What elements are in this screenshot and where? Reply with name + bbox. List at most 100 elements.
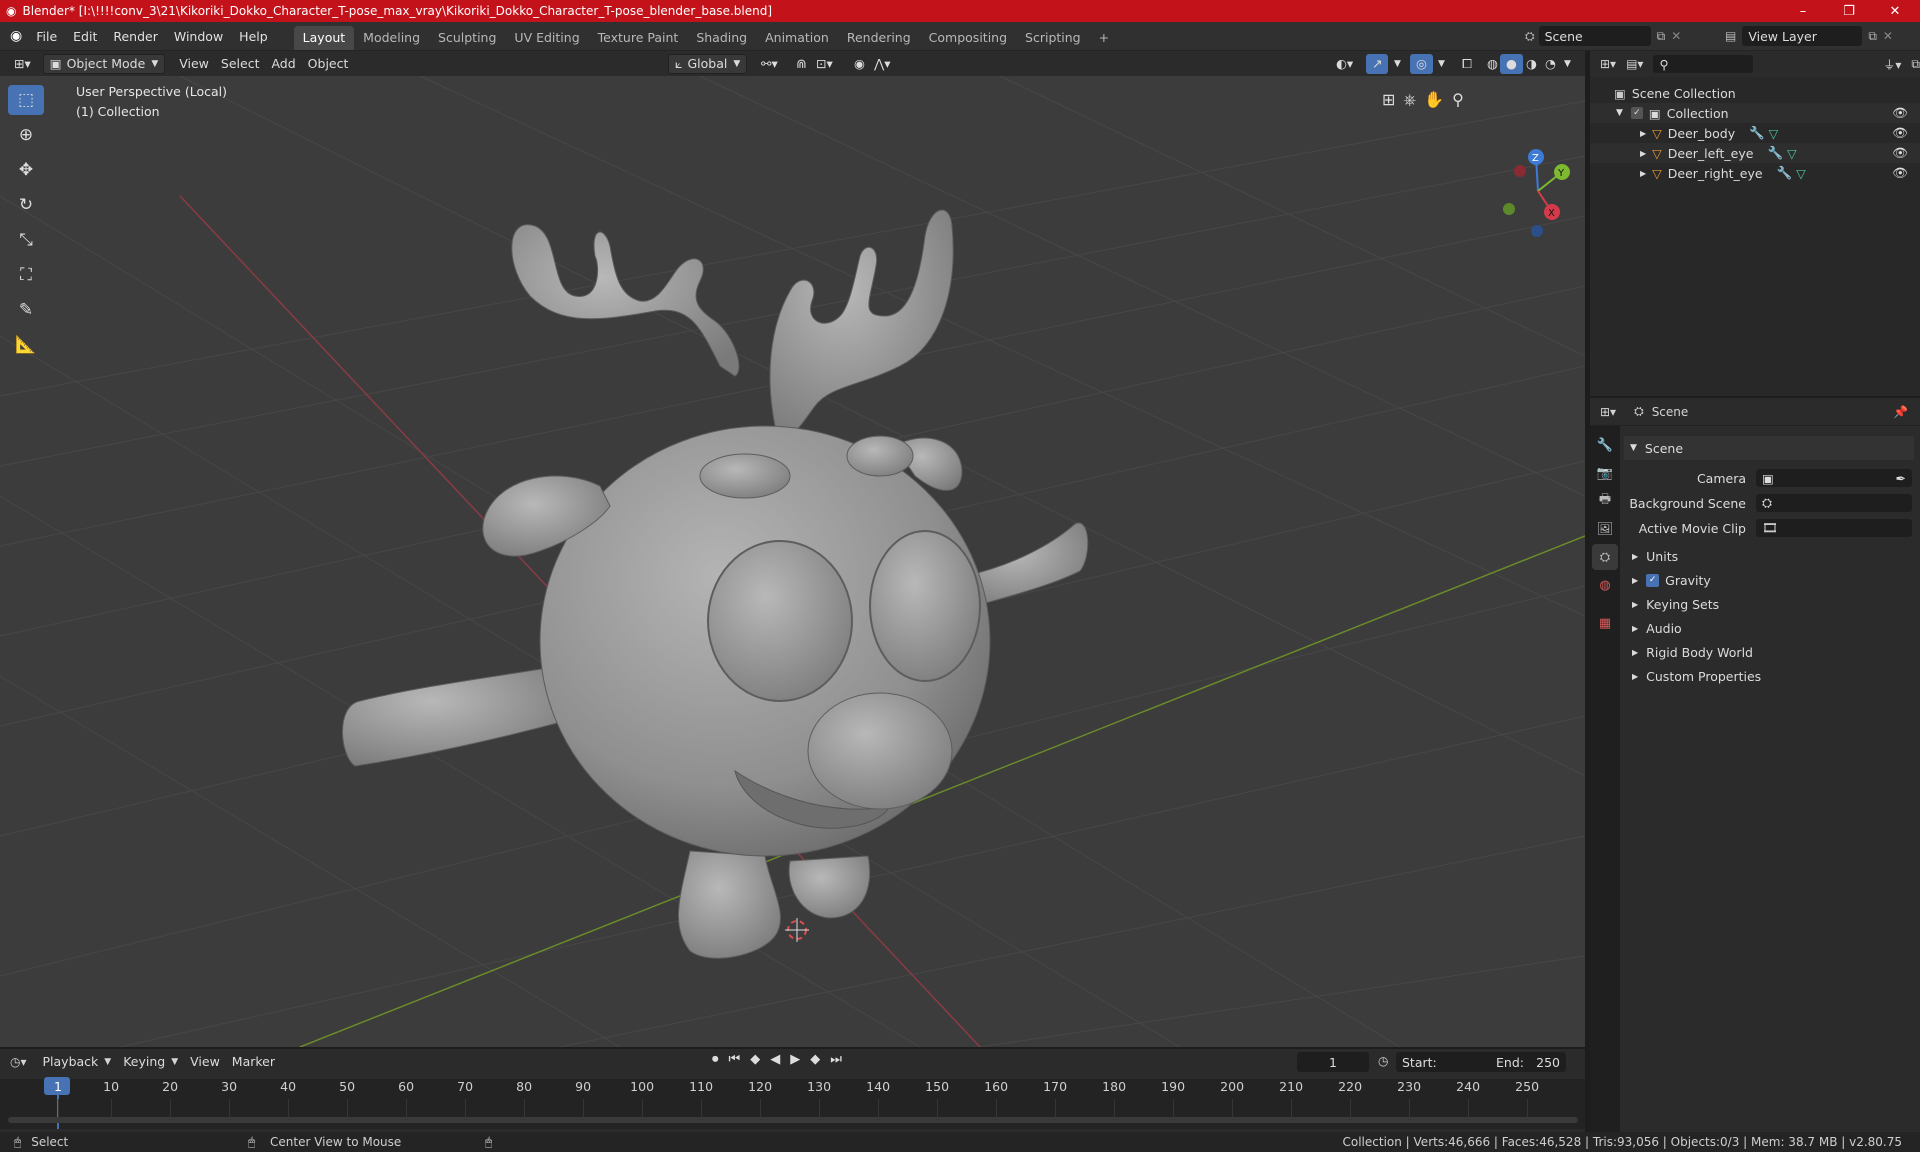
tab-compositing[interactable]: Compositing bbox=[920, 26, 1016, 50]
menu-keying[interactable]: Keying bbox=[117, 1052, 171, 1072]
gizmo-neg-z-icon[interactable] bbox=[1531, 225, 1543, 237]
close-button[interactable]: ✕ bbox=[1872, 0, 1918, 22]
snap-target-icon[interactable]: ⊡▾ bbox=[810, 54, 839, 74]
outliner-search-input[interactable]: ⚲ bbox=[1653, 55, 1754, 73]
menu-edit[interactable]: Edit bbox=[65, 22, 105, 51]
mesh-data-icon[interactable]: ▽ bbox=[1787, 146, 1797, 161]
pan-hand-icon[interactable]: ✋ bbox=[1424, 90, 1444, 110]
tab-shading[interactable]: Shading bbox=[687, 26, 756, 50]
transform-orientation-selector[interactable]: ⟀ Global ▼ bbox=[668, 53, 748, 74]
overlay-dropdown-icon[interactable]: ▼ bbox=[1432, 54, 1451, 74]
world-tab-icon[interactable]: ◍ bbox=[1592, 572, 1618, 598]
outliner-item-deer-left-eye[interactable]: ▶ ▽ Deer_left_eye 🔧 ▽ 👁 bbox=[1590, 143, 1920, 163]
menu-select[interactable]: Select bbox=[215, 54, 266, 74]
menu-playback[interactable]: Playback bbox=[37, 1052, 105, 1072]
expand-arrow-icon[interactable]: ▶ bbox=[1640, 129, 1646, 138]
prev-keyframe-icon[interactable]: ◆ bbox=[750, 1052, 760, 1067]
remove-view-layer-icon[interactable]: ✕ bbox=[1883, 29, 1893, 43]
play-reverse-icon[interactable]: ◀ bbox=[770, 1052, 780, 1067]
new-collection-icon[interactable]: ⧉ bbox=[1911, 57, 1920, 72]
new-scene-icon[interactable]: ⧉ bbox=[1657, 29, 1666, 44]
menu-file[interactable]: File bbox=[28, 22, 65, 51]
pin-icon[interactable]: 📌 bbox=[1893, 405, 1908, 419]
outliner-editor-type-icon[interactable]: ⊞▾ bbox=[1600, 57, 1616, 71]
maximize-button[interactable]: ❐ bbox=[1826, 0, 1872, 22]
timeline-ruler[interactable]: 1 10 20 30 40 50 60 70 80 90 100 110 120 130 140 150 160… bbox=[0, 1077, 1585, 1129]
display-mode-icon[interactable]: ▤▾ bbox=[1626, 57, 1643, 71]
3d-viewport[interactable]: Z Y X User Perspective (Local) (1) Colle… bbox=[0, 76, 1585, 1047]
rigid-body-world-panel-header[interactable]: ▶ Rigid Body World bbox=[1626, 640, 1912, 664]
select-box-tool-icon[interactable]: ⬚ bbox=[8, 85, 44, 115]
stopwatch-icon[interactable]: ◷ bbox=[1378, 1054, 1388, 1068]
eye-icon[interactable]: 👁 bbox=[1892, 165, 1908, 181]
scale-tool-icon[interactable]: ⤡ bbox=[8, 225, 44, 255]
grid-view-icon[interactable]: ⊞ bbox=[1382, 90, 1395, 110]
scene-selector[interactable]: Scene bbox=[1538, 26, 1651, 46]
audio-panel-header[interactable]: ▶ Audio bbox=[1626, 616, 1912, 640]
outliner-collection[interactable]: ▼ ✓ ▣ Collection 👁 bbox=[1590, 103, 1920, 123]
modifier-icon[interactable]: 🔧 bbox=[1777, 165, 1793, 181]
current-frame-field[interactable]: 1 bbox=[1297, 1052, 1369, 1072]
eye-icon[interactable]: 👁 bbox=[1892, 145, 1908, 161]
mode-selector[interactable]: ▣ Object Mode ▼ bbox=[42, 53, 166, 74]
gizmo-neg-y-icon[interactable] bbox=[1503, 203, 1515, 215]
outliner-item-deer-body[interactable]: ▶ ▽ Deer_body 🔧 ▽ 👁 bbox=[1590, 123, 1920, 143]
gizmo-neg-x-icon[interactable] bbox=[1514, 165, 1526, 177]
mesh-data-icon[interactable]: ▽ bbox=[1769, 126, 1779, 141]
background-scene-field[interactable]: ⛭ bbox=[1756, 494, 1912, 512]
annotate-tool-icon[interactable]: ✎ bbox=[8, 295, 44, 325]
next-keyframe-icon[interactable]: ◆ bbox=[810, 1052, 820, 1067]
expand-arrow-icon[interactable]: ▼ bbox=[1616, 108, 1623, 118]
output-tab-icon[interactable]: 🖶 bbox=[1592, 488, 1618, 514]
minimize-button[interactable]: – bbox=[1780, 0, 1826, 22]
mesh-data-icon[interactable]: ▽ bbox=[1796, 166, 1806, 181]
render-tab-icon[interactable]: 📷 bbox=[1592, 460, 1618, 486]
move-tool-icon[interactable]: ✥ bbox=[8, 155, 44, 185]
play-icon[interactable]: ▶ bbox=[790, 1052, 800, 1067]
tool-tab-icon[interactable]: 🔧 bbox=[1592, 432, 1618, 458]
end-frame-field[interactable]: End: 250 bbox=[1490, 1052, 1566, 1072]
camera-view-icon[interactable]: ⎈ bbox=[1403, 90, 1416, 110]
overlay-toggle-icon[interactable]: ◎ bbox=[1410, 53, 1433, 74]
filter-icon[interactable]: ⏚▾ bbox=[1883, 56, 1901, 73]
menu-help[interactable]: Help bbox=[231, 22, 276, 51]
expand-arrow-icon[interactable]: ▶ bbox=[1640, 169, 1646, 178]
eyedropper-icon[interactable]: ✒ bbox=[1896, 471, 1906, 486]
expand-arrow-icon[interactable]: ▶ bbox=[1640, 149, 1646, 158]
keying-sets-panel-header[interactable]: ▶ Keying Sets bbox=[1626, 592, 1912, 616]
record-icon[interactable]: ⏺ bbox=[712, 1052, 719, 1067]
add-workspace-button[interactable]: + bbox=[1090, 26, 1118, 50]
falloff-icon[interactable]: ⋀▾ bbox=[868, 54, 897, 74]
menu-add[interactable]: Add bbox=[265, 54, 301, 74]
menu-view[interactable]: View bbox=[173, 54, 215, 74]
timeline-scrollbar[interactable] bbox=[8, 1117, 1578, 1123]
menu-timeline-view[interactable]: View bbox=[184, 1052, 226, 1072]
timeline-editor-type-icon[interactable]: ◷▾ bbox=[10, 1055, 27, 1069]
collection-checkbox[interactable]: ✓ bbox=[1630, 107, 1643, 119]
jump-start-icon[interactable]: ⏮ bbox=[729, 1052, 741, 1067]
shading-dropdown-icon[interactable]: ▼ bbox=[1558, 54, 1577, 74]
deer-model[interactable] bbox=[342, 209, 1089, 959]
menu-render[interactable]: Render bbox=[105, 22, 166, 51]
eye-icon[interactable]: 👁 bbox=[1892, 105, 1908, 121]
units-panel-header[interactable]: ▶ Units bbox=[1626, 544, 1912, 568]
eye-icon[interactable]: 👁 bbox=[1892, 125, 1908, 141]
gravity-checkbox[interactable]: ✓ bbox=[1646, 573, 1660, 587]
menu-window[interactable]: Window bbox=[166, 22, 231, 51]
outliner-scene-collection[interactable]: ▣ Scene Collection bbox=[1590, 83, 1920, 103]
gizmo-dropdown-icon[interactable]: ▼ bbox=[1388, 54, 1407, 74]
jump-end-icon[interactable]: ⏭ bbox=[830, 1052, 842, 1067]
rotate-tool-icon[interactable]: ↻ bbox=[8, 190, 44, 220]
properties-editor-type-icon[interactable]: ⊞▾ bbox=[1600, 405, 1616, 419]
view-layer-selector[interactable]: View Layer bbox=[1742, 26, 1863, 46]
navigation-gizmo[interactable]: Z Y X bbox=[1503, 149, 1570, 237]
visibility-icon[interactable]: ◐▾ bbox=[1330, 54, 1359, 74]
transform-tool-icon[interactable]: ⛶ bbox=[8, 260, 44, 290]
tab-sculpting[interactable]: Sculpting bbox=[429, 26, 505, 50]
active-movie-clip-field[interactable]: 🎞 bbox=[1756, 519, 1912, 537]
modifier-icon[interactable]: 🔧 bbox=[1767, 145, 1783, 161]
tab-animation[interactable]: Animation bbox=[756, 26, 838, 50]
tab-uv-editing[interactable]: UV Editing bbox=[505, 26, 588, 50]
modifier-icon[interactable]: 🔧 bbox=[1749, 125, 1765, 141]
tab-rendering[interactable]: Rendering bbox=[838, 26, 920, 50]
